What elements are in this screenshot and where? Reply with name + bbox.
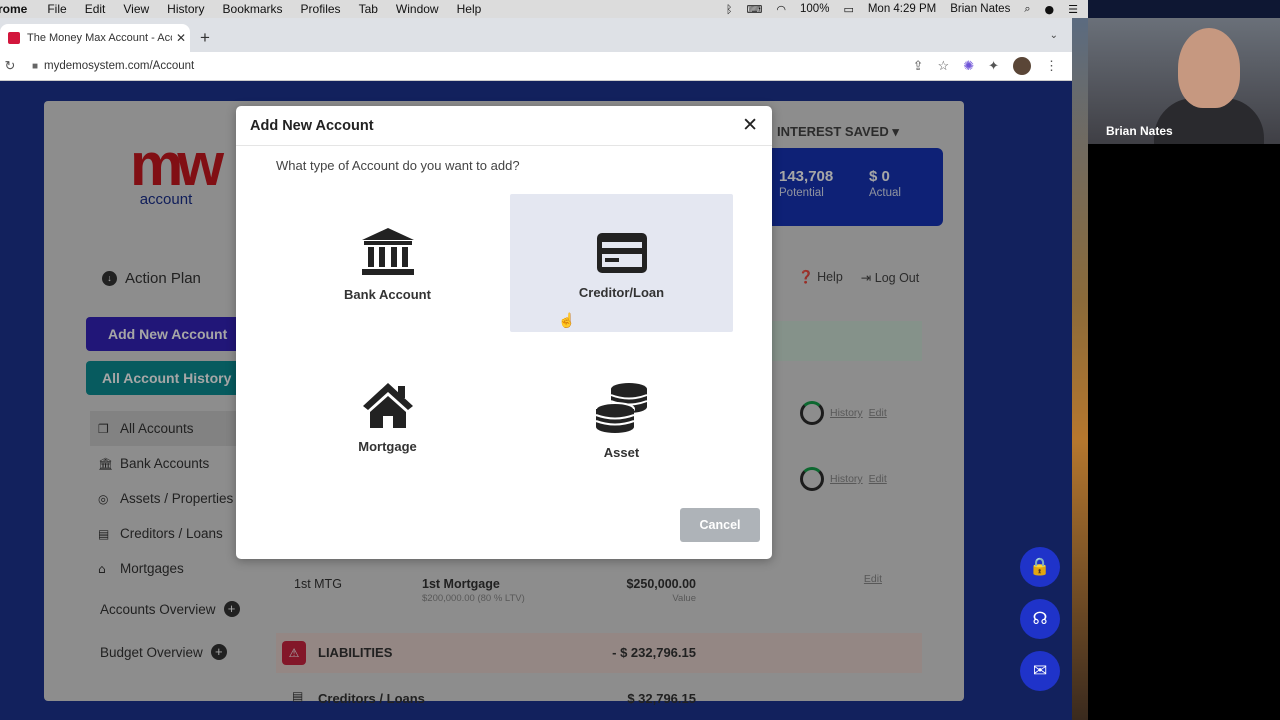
menu-history[interactable]: History (167, 2, 204, 16)
coins-icon (594, 383, 647, 433)
mac-menu-bar: Chrome File Edit View History Bookmarks … (0, 0, 1088, 18)
keyboard-icon[interactable]: ⌨ (747, 3, 763, 16)
menu-help[interactable]: Help (457, 2, 482, 16)
control-center-icon[interactable]: ☰ (1068, 3, 1078, 16)
address-bar: ↻ ■ mydemosystem.com/Account ⇪ ☆ ✺ ✦ ⋮ (0, 52, 1072, 81)
wifi-icon[interactable]: ◠ (776, 3, 786, 16)
share-icon[interactable]: ⇪ (913, 58, 924, 74)
option-asset[interactable]: Asset (510, 348, 733, 486)
option-label: Mortgage (358, 439, 417, 454)
modal-title: Add New Account (250, 117, 374, 134)
desktop-wallpaper-strip (1072, 18, 1088, 720)
tab-title: The Money Max Account - Acc (27, 32, 172, 44)
add-new-account-modal: Add New Account ✕ What type of Account d… (236, 106, 772, 559)
tab-search-chevron-icon[interactable]: ⌄ (1050, 30, 1058, 41)
new-tab-icon[interactable]: + (200, 28, 210, 48)
bluetooth-icon[interactable]: ᛒ (726, 3, 733, 16)
menu-tab[interactable]: Tab (359, 2, 378, 16)
tab-favicon-icon (8, 32, 20, 44)
headset-support-icon[interactable]: ☊ (1020, 599, 1060, 639)
credit-card-icon (596, 233, 647, 273)
menu-bookmarks[interactable]: Bookmarks (223, 2, 283, 16)
menu-file[interactable]: File (47, 2, 66, 16)
extension-icon[interactable]: ✺ (963, 58, 974, 74)
bank-icon (361, 228, 414, 275)
menu-profiles[interactable]: Profiles (301, 2, 341, 16)
menu-window[interactable]: Window (396, 2, 439, 16)
option-label: Asset (603, 445, 640, 460)
browser-menu-icon[interactable]: ⋮ (1045, 58, 1058, 74)
reload-icon[interactable]: ↻ (2, 58, 18, 74)
modal-header: Add New Account ✕ (236, 106, 772, 146)
option-creditor-loan[interactable]: Creditor/Loan (510, 194, 733, 332)
video-call-panel: Brian Nates (1072, 18, 1280, 720)
hand-cursor-icon: ☝ (558, 312, 576, 328)
close-icon[interactable]: ✕ (742, 114, 758, 137)
chat-icon[interactable]: ✉ (1020, 651, 1060, 691)
menu-user[interactable]: Brian Nates (950, 3, 1010, 15)
participant-face (1178, 28, 1240, 108)
clock[interactable]: Mon 4:29 PM (868, 3, 936, 15)
cancel-button[interactable]: Cancel (680, 508, 760, 542)
url-field[interactable]: mydemosystem.com/Account (44, 60, 194, 72)
bookmark-star-icon[interactable]: ☆ (938, 58, 950, 74)
participant-video[interactable]: Brian Nates (1088, 18, 1280, 144)
battery-percent: 100% (800, 3, 830, 15)
menu-view[interactable]: View (123, 2, 149, 16)
option-bank-account[interactable]: Bank Account (276, 194, 499, 332)
option-label: Bank Account (344, 287, 431, 302)
spotlight-search-icon[interactable]: ⌕ (1024, 2, 1030, 16)
siri-icon[interactable]: ● (1045, 3, 1055, 16)
profile-avatar[interactable] (1013, 57, 1031, 75)
option-label: Creditor/Loan (578, 285, 665, 300)
modal-question: What type of Account do you want to add? (276, 158, 520, 173)
tab-close-icon[interactable]: ✕ (172, 31, 190, 45)
participant-name: Brian Nates (1106, 124, 1173, 138)
lock-icon[interactable]: 🔒 (1020, 547, 1060, 587)
puzzle-icon[interactable]: ✦ (988, 58, 999, 74)
lock-icon[interactable]: ■ (32, 61, 38, 72)
menu-edit[interactable]: Edit (85, 2, 106, 16)
option-mortgage[interactable]: Mortgage (276, 348, 499, 486)
browser-tab[interactable]: The Money Max Account - Acc ✕ (0, 24, 190, 52)
battery-icon[interactable]: ▭ (843, 3, 853, 16)
menu-app-name[interactable]: Chrome (0, 2, 27, 16)
house-icon (362, 383, 413, 428)
browser-tab-strip: The Money Max Account - Acc ✕ + ⌄ (0, 18, 1072, 52)
